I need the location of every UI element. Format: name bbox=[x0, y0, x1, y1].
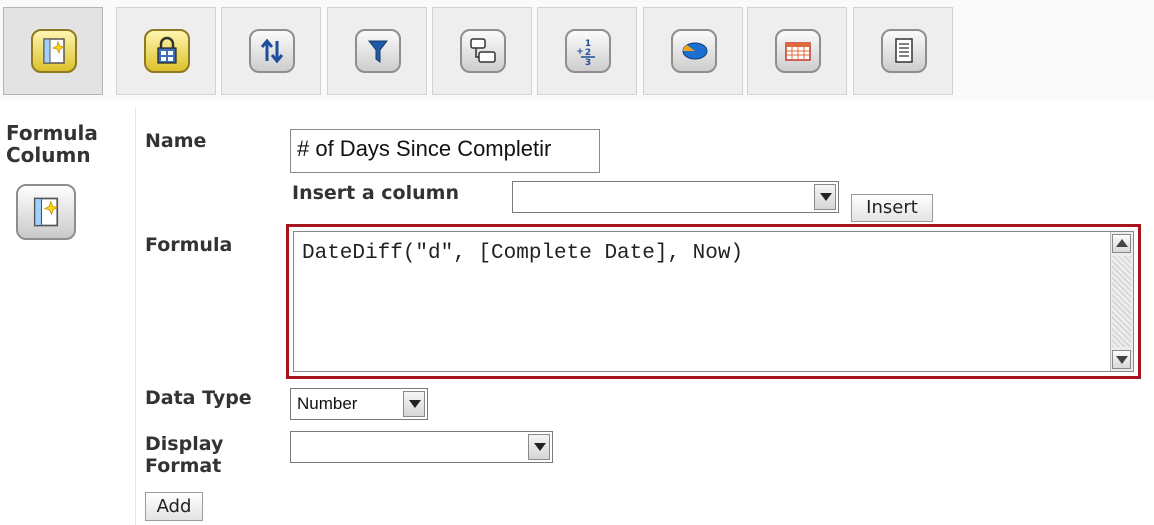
formula-highlight: DateDiff("d", [Complete Date], Now) bbox=[286, 224, 1141, 379]
display-format-select[interactable] bbox=[290, 431, 553, 463]
sort-button[interactable] bbox=[221, 7, 321, 95]
scroll-up-icon[interactable] bbox=[1112, 234, 1131, 253]
add-button[interactable]: Add bbox=[145, 492, 203, 521]
svg-text:+: + bbox=[576, 47, 584, 57]
formula-column-icon bbox=[31, 29, 77, 73]
formula-scrollbar[interactable] bbox=[1110, 232, 1133, 371]
data-type-select[interactable]: Number bbox=[290, 388, 428, 420]
section-title-line1: Formula bbox=[6, 121, 98, 145]
data-type-value: Number bbox=[297, 394, 358, 413]
chart-icon bbox=[671, 29, 717, 73]
data-type-label: Data Type bbox=[145, 387, 252, 409]
chart-button[interactable] bbox=[643, 7, 743, 95]
group-button[interactable] bbox=[432, 7, 532, 95]
insert-column-label: Insert a column bbox=[292, 182, 459, 204]
formula-column-icon bbox=[16, 184, 76, 240]
insert-button[interactable]: Insert bbox=[851, 194, 933, 222]
lock-columns-icon bbox=[144, 29, 190, 73]
formula-text: DateDiff("d", [Complete Date], Now) bbox=[302, 242, 744, 265]
svg-text:3: 3 bbox=[585, 58, 591, 66]
group-icon bbox=[460, 29, 506, 73]
scroll-track[interactable] bbox=[1112, 256, 1131, 347]
section-title: Formula Column bbox=[6, 122, 136, 166]
name-label: Name bbox=[145, 130, 207, 152]
summary-icon: 1 + 2 3 bbox=[565, 29, 611, 73]
insert-column-select[interactable] bbox=[512, 181, 839, 213]
table-icon bbox=[775, 29, 821, 73]
display-format-label-line2: Format bbox=[145, 455, 222, 477]
formula-column-button[interactable] bbox=[3, 7, 103, 95]
page-icon bbox=[881, 29, 927, 73]
table-button[interactable] bbox=[747, 7, 847, 95]
chevron-down-icon[interactable] bbox=[403, 391, 425, 417]
lock-columns-button[interactable] bbox=[116, 7, 216, 95]
summary-button[interactable]: 1 + 2 3 bbox=[537, 7, 637, 95]
page-button[interactable] bbox=[853, 7, 953, 95]
filter-button[interactable] bbox=[327, 7, 427, 95]
display-format-label: Display Format bbox=[145, 433, 223, 477]
scroll-down-icon[interactable] bbox=[1112, 350, 1131, 369]
name-input[interactable]: # of Days Since Completir bbox=[290, 129, 600, 173]
section-title-line2: Column bbox=[6, 143, 91, 167]
filter-icon bbox=[355, 29, 401, 73]
chevron-down-icon[interactable] bbox=[814, 184, 836, 210]
display-format-label-line1: Display bbox=[145, 433, 224, 455]
formula-label: Formula bbox=[145, 234, 233, 256]
chevron-down-icon[interactable] bbox=[528, 434, 550, 460]
formula-textarea[interactable]: DateDiff("d", [Complete Date], Now) bbox=[293, 231, 1134, 372]
toolbar: 1 + 2 3 bbox=[0, 0, 1154, 100]
sort-icon bbox=[249, 29, 295, 73]
column-divider bbox=[135, 107, 136, 525]
